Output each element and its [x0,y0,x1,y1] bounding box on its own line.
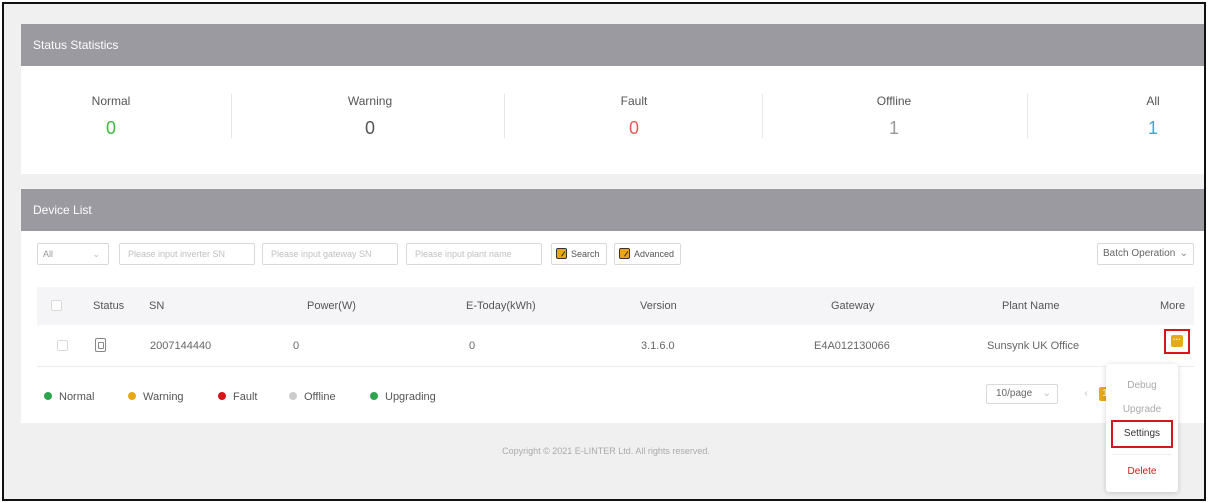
menu-item-debug[interactable]: Debug [1106,380,1178,391]
app-frame: Status Statistics Normal 0 Warning 0 Fau… [2,2,1206,501]
stat-warning-value: 0 [364,118,375,138]
row-power: 0 [293,340,300,352]
legend-warning-label: Warning [143,391,184,403]
search-icon [556,248,567,259]
col-gateway: Gateway [831,300,875,312]
stat-divider [1027,94,1028,138]
stat-normal-value: 0 [105,118,116,138]
row-sn[interactable]: 2007144440 [150,325,211,367]
batch-operation-select[interactable]: Batch Operation ⌄ [1097,243,1194,265]
col-plant-name: Plant Name [1002,300,1060,312]
device-table-header: Status SN Power(W) E-Today(kWh) Version … [37,287,1194,325]
legend-upgrading-label: Upgrading [385,391,436,403]
legend-offline: Offline [289,391,336,403]
status-statistics-header: Status Statistics [21,24,1204,66]
page-size-value: 10/page [996,388,1033,399]
type-select-value: All [43,249,54,259]
dot-icon [370,392,378,400]
legend-normal-label: Normal [59,391,95,403]
row-gateway: E4A012130066 [814,340,890,352]
table-row[interactable]: 2007144440 0 0 3.1.6.0 E4A012130066 Suns… [37,325,1194,367]
gateway-sn-input[interactable]: Please input gateway SN [262,243,398,265]
stat-normal-label: Normal [91,94,131,108]
stat-fault: Fault 0 [514,94,754,139]
dot-icon [218,392,226,400]
col-sn: SN [149,300,165,312]
col-version: Version [640,300,677,312]
stat-all-label: All [1146,94,1160,108]
legend-upgrading: Upgrading [370,391,436,403]
legend-fault: Fault [218,391,257,403]
batch-operation-label: Batch Operation [1103,248,1176,259]
more-icon: ··· [1171,335,1183,347]
more-button[interactable]: ··· [1164,329,1190,354]
col-power: Power(W) [307,300,356,312]
device-list-header: Device List [21,189,1204,231]
menu-item-upgrade[interactable]: Upgrade [1106,404,1178,415]
stat-normal: Normal 0 [4,94,231,139]
menu-item-settings[interactable]: Settings [1111,420,1173,448]
advanced-icon [619,248,630,259]
stat-offline-label: Offline [876,94,912,108]
dot-icon [128,392,136,400]
stat-divider [762,94,763,138]
advanced-button-label: Advanced [634,249,675,259]
stat-all: All 1 [1033,94,1204,139]
stat-divider [504,94,505,138]
menu-item-delete[interactable]: Delete [1106,466,1178,477]
advanced-button[interactable]: Advanced [614,243,682,265]
prev-page-button[interactable]: ‹ [1077,384,1095,404]
stat-fault-value: 0 [628,118,639,138]
legend-normal: Normal [44,391,94,403]
chevron-down-icon: ⌄ [1179,248,1188,259]
offline-device-icon [95,338,106,352]
row-etoday: 0 [469,340,476,352]
page-size-select[interactable]: 10/page ⌄ [986,384,1058,404]
dot-icon [44,392,52,400]
stat-fault-label: Fault [620,94,648,108]
type-select[interactable]: All ⌄ [37,243,109,265]
row-version: 3.1.6.0 [641,340,675,352]
stat-offline: Offline 1 [774,94,1014,139]
legend-warning: Warning [128,391,184,403]
footer-copyright: Copyright © 2021 E-LINTER Ltd. All right… [502,446,710,456]
col-more: More [1160,300,1186,312]
legend-offline-label: Offline [304,391,336,403]
menu-divider [1112,454,1172,455]
col-status: Status [93,300,125,312]
stat-warning-label: Warning [347,94,393,108]
device-list-panel: Device List All ⌄ Please input inverter … [21,189,1204,423]
chevron-down-icon: ⌄ [1042,388,1051,399]
row-checkbox[interactable] [57,340,68,351]
search-button[interactable]: Search [551,243,607,265]
chevron-down-icon: ⌄ [92,249,100,259]
dot-icon [289,392,297,400]
inverter-sn-input[interactable]: Please input inverter SN [119,243,255,265]
stat-offline-value: 1 [888,118,899,138]
col-etoday: E-Today(kWh) [466,300,536,312]
stat-all-value: 1 [1147,118,1158,138]
row-plant-name: Sunsynk UK Office [987,340,1080,352]
stat-divider [231,94,232,138]
legend-fault-label: Fault [233,391,258,403]
more-menu: Debug Upgrade Settings Delete [1106,364,1178,492]
stat-warning: Warning 0 [250,94,490,139]
search-button-label: Search [571,249,600,259]
plant-name-input[interactable]: Please input plant name [406,243,542,265]
status-statistics-panel: Status Statistics Normal 0 Warning 0 Fau… [21,24,1204,174]
select-all-checkbox[interactable] [51,300,62,311]
